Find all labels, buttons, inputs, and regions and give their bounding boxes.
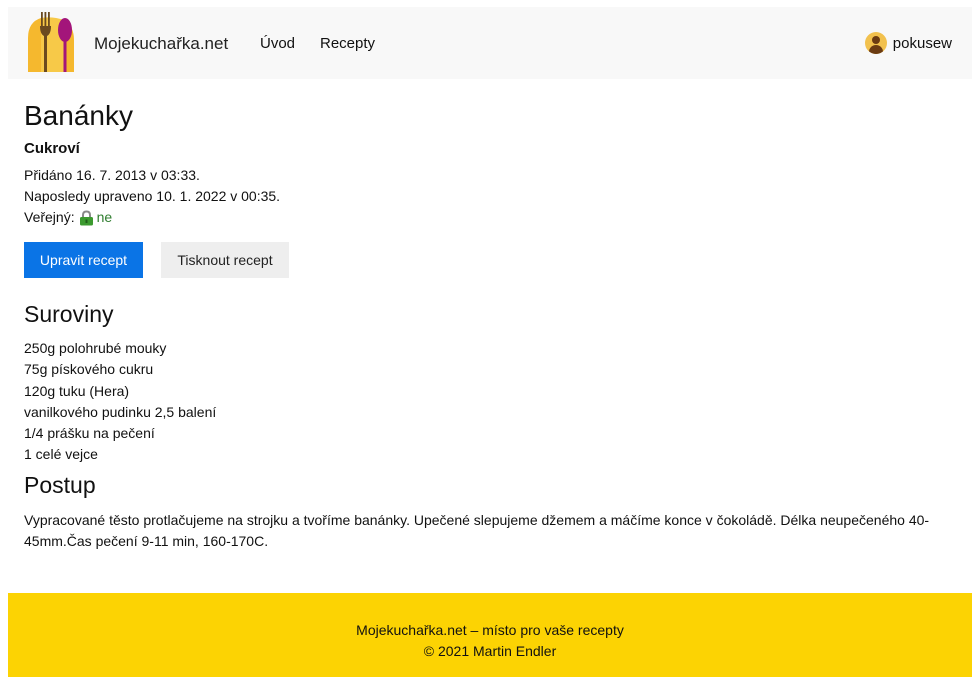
recipe-actions: Upravit recept Tisknout recept bbox=[24, 242, 956, 278]
footer: Mojekuchařka.net – místo pro vaše recept… bbox=[8, 593, 972, 677]
navbar: Mojekuchařka.net Úvod Recepty pokusew bbox=[8, 7, 972, 79]
recipe-content: Banánky Cukroví Přidáno 16. 7. 2013 v 03… bbox=[24, 100, 956, 552]
ingredients-heading: Suroviny bbox=[24, 301, 114, 327]
nav-link-recepty[interactable]: Recepty bbox=[320, 35, 375, 52]
page: Mojekuchařka.net Úvod Recepty pokusew Ba… bbox=[8, 7, 972, 677]
nav-link-uvod[interactable]: Úvod bbox=[260, 35, 295, 52]
edit-recipe-button[interactable]: Upravit recept bbox=[24, 242, 143, 278]
username: pokusew bbox=[892, 34, 952, 52]
print-recipe-button[interactable]: Tisknout recept bbox=[161, 242, 289, 278]
lock-icon bbox=[79, 209, 93, 225]
ingredient-item: 1/4 prášku na pečení bbox=[24, 425, 155, 442]
steps-text: Vypracované těsto protlačujeme na strojk… bbox=[24, 511, 930, 549]
brand-name[interactable]: Mojekuchařka.net bbox=[94, 34, 228, 54]
ingredient-item: vanilkového pudinku 2,5 balení bbox=[24, 403, 217, 420]
public-value: ne bbox=[96, 209, 113, 225]
recipe-public: Veřejný: ne bbox=[24, 207, 956, 228]
public-label: Veřejný: bbox=[24, 209, 75, 225]
ingredient-item: 250g polohrubé mouky bbox=[24, 340, 167, 356]
user-menu[interactable]: pokusew bbox=[864, 31, 952, 55]
ingredient-item: 1 celé vejce bbox=[24, 446, 98, 463]
logo-fork-spoon-icon[interactable] bbox=[28, 12, 82, 72]
recipe-meta: Přidáno 16. 7. 2013 v 03:33. Naposledy u… bbox=[24, 165, 956, 228]
recipe-added: Přidáno 16. 7. 2013 v 03:33. bbox=[24, 167, 200, 183]
recipe-category: Cukroví bbox=[24, 140, 80, 157]
ingredient-item: 120g tuku (Hera) bbox=[24, 382, 130, 399]
steps-heading: Postup bbox=[24, 471, 96, 498]
ingredients-list: 250g polohrubé mouky 75g pískového cukru… bbox=[24, 338, 956, 466]
recipe-title: Banánky bbox=[24, 100, 133, 131]
ingredient-item: 75g pískového cukru bbox=[24, 361, 154, 378]
footer-copyright: © 2021 Martin Endler bbox=[423, 643, 557, 659]
footer-tagline: Mojekuchařka.net – místo pro vaše recept… bbox=[356, 622, 624, 638]
recipe-updated: Naposledy upraveno 10. 1. 2022 v 00:35. bbox=[24, 188, 281, 204]
user-avatar-icon bbox=[864, 32, 887, 54]
